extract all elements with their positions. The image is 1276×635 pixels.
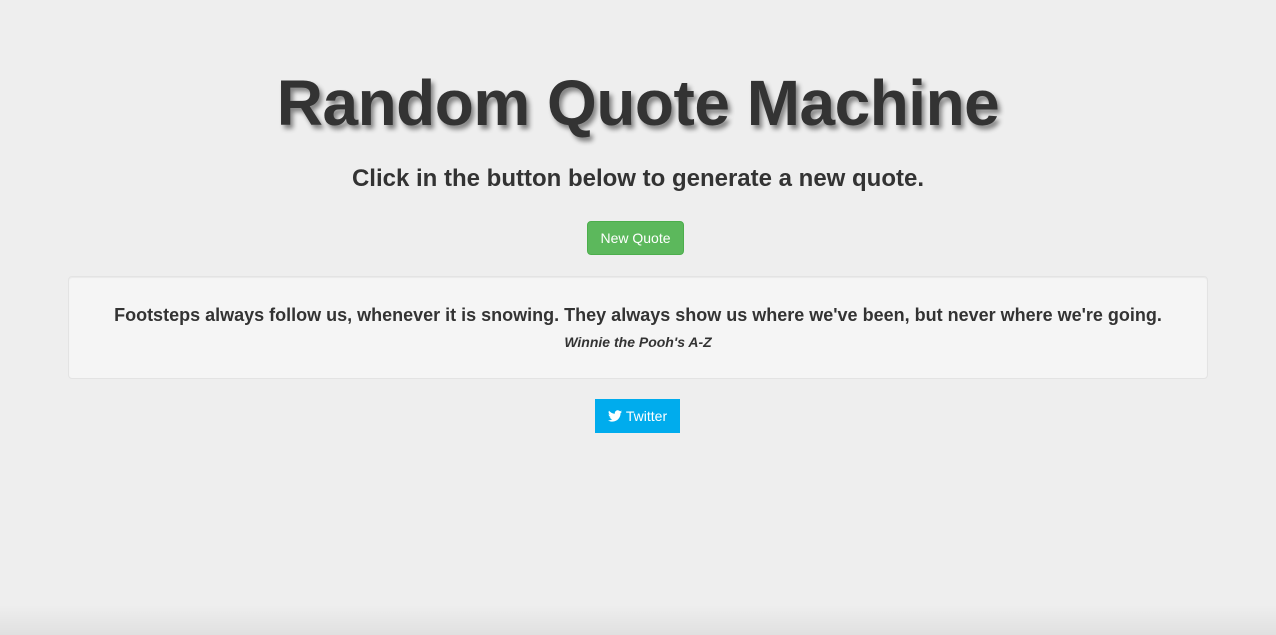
page-title: Random Quote Machine bbox=[276, 67, 1000, 139]
bottom-shade bbox=[0, 605, 1276, 635]
page: Random Quote Machine Click in the button… bbox=[0, 0, 1276, 635]
page-subtitle: Click in the button below to generate a … bbox=[351, 165, 925, 192]
quote-author: Winnie the Pooh's A-Z bbox=[564, 334, 712, 350]
twitter-button[interactable]: Twitter bbox=[595, 399, 680, 433]
quote-box: Footsteps always follow us, whenever it … bbox=[68, 276, 1208, 379]
twitter-button-label: Twitter bbox=[625, 408, 668, 424]
new-quote-button[interactable]: New Quote bbox=[587, 221, 684, 255]
twitter-bird-icon bbox=[607, 410, 622, 422]
quote-text: Footsteps always follow us, whenever it … bbox=[114, 305, 1162, 325]
